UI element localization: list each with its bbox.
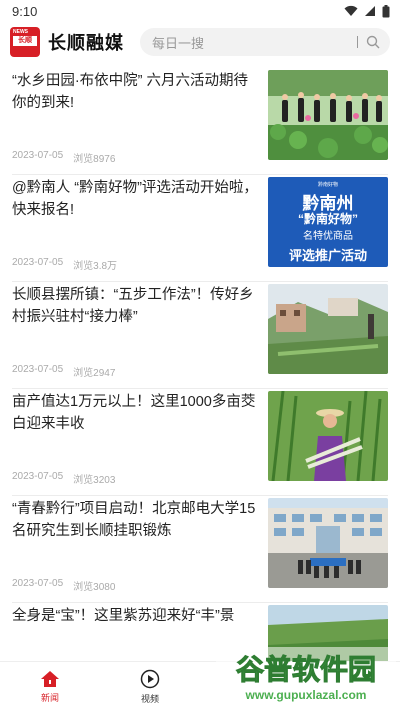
poster-line2: “黔南好物”: [297, 212, 358, 226]
news-views: 浏览3.8万: [73, 261, 118, 272]
news-item-text: “青春黔行”项目启动！北京邮电大学15名研究生到长顺挂职锻炼 2023-07-0…: [12, 496, 268, 602]
news-date: 2023-07-05: [12, 364, 64, 375]
app-header: NEWS 长顺 长顺融媒 每日一搜: [0, 22, 400, 62]
news-item-text: 长顺县摆所镇：“五步工作法”！传好乡村振兴驻村“接力棒” 2023-07-05 …: [12, 282, 268, 388]
news-meta: 2023-07-05 浏览3.8万: [12, 257, 117, 272]
news-meta: 2023-07-05 浏览3080: [12, 578, 115, 593]
tab-news-label: 新闻: [40, 692, 59, 703]
news-item[interactable]: 亩产值达1万元以上！这里1000多亩茭白迎来丰收 2023-07-05 浏览32…: [12, 389, 388, 496]
news-title[interactable]: 亩产值达1万元以上！这里1000多亩茭白迎来丰收: [12, 391, 258, 435]
news-thumbnail-poster[interactable]: 黔南好物 黔南州 “黔南好物” 名特优商品 评选推广活动: [268, 177, 388, 267]
news-item[interactable]: “水乡田园·布依中院” 六月六活动期待你的到来! 2023-07-05 浏览89…: [12, 68, 388, 175]
news-views: 浏览2947: [73, 368, 116, 379]
play-icon: [140, 669, 160, 688]
news-views: 浏览8976: [73, 154, 116, 165]
news-title[interactable]: “青春黔行”项目启动！北京邮电大学15名研究生到长顺挂职锻炼: [12, 498, 258, 542]
news-date: 2023-07-05: [12, 257, 64, 268]
news-thumbnail-village[interactable]: [268, 284, 388, 374]
status-icons: [344, 4, 390, 18]
news-date: 2023-07-05: [12, 578, 64, 589]
news-meta: 2023-07-05 浏览8976: [12, 150, 115, 165]
battery-icon: [382, 4, 390, 17]
poster-line3: 名特优商品: [303, 231, 353, 242]
news-meta: 2023-07-05 浏览2947: [12, 364, 115, 379]
home-icon: [41, 670, 59, 687]
news-item[interactable]: 长顺县摆所镇：“五步工作法”！传好乡村振兴驻村“接力棒” 2023-07-05 …: [12, 282, 388, 389]
news-thumbnail-harvest[interactable]: [268, 391, 388, 481]
news-feed[interactable]: “水乡田园·布依中院” 六月六活动期待你的到来! 2023-07-05 浏览89…: [0, 68, 400, 661]
status-time: 9:10: [12, 3, 38, 19]
tab-video-label: 视频: [140, 693, 159, 704]
news-date: 2023-07-05: [12, 150, 64, 161]
news-thumbnail-group[interactable]: [268, 498, 388, 588]
news-title[interactable]: “水乡田园·布依中院” 六月六活动期待你的到来!: [12, 70, 258, 114]
svg-text:谷普软件园: 谷普软件园: [236, 654, 376, 685]
svg-text:www.gupuxlazal.com: www.gupuxlazal.com: [245, 688, 367, 702]
news-title[interactable]: 全身是“宝”！这里紫苏迎来好“丰”景: [12, 605, 258, 627]
news-views: 浏览3203: [73, 475, 116, 486]
news-title[interactable]: 长顺县摆所镇：“五步工作法”！传好乡村振兴驻村“接力棒”: [12, 284, 258, 328]
news-item-text: 亩产值达1万元以上！这里1000多亩茭白迎来丰收 2023-07-05 浏览32…: [12, 389, 268, 495]
tab-news[interactable]: 新闻: [0, 662, 100, 711]
news-item[interactable]: @黔南人 “黔南好物”评选活动开始啦，快来报名! 2023-07-05 浏览3.…: [12, 175, 388, 282]
search-bar[interactable]: 每日一搜: [140, 28, 390, 56]
news-meta: 2023-07-05 浏览3203: [12, 471, 115, 486]
news-thumbnail-lotus[interactable]: [268, 70, 388, 160]
news-date: 2023-07-05: [12, 471, 64, 482]
logo-text: 长顺: [13, 36, 37, 46]
status-bar: 9:10: [0, 0, 400, 22]
news-item-text: @黔南人 “黔南好物”评选活动开始啦，快来报名! 2023-07-05 浏览3.…: [12, 175, 268, 281]
search-icon[interactable]: [366, 35, 380, 49]
news-item-text: “水乡田园·布依中院” 六月六活动期待你的到来! 2023-07-05 浏览89…: [12, 68, 268, 174]
poster-line4: 评选推广活动: [288, 248, 367, 263]
search-placeholder[interactable]: 每日一搜: [152, 33, 357, 52]
wifi-icon: [344, 5, 358, 16]
app-logo: NEWS 长顺: [10, 27, 40, 57]
app-title: 长顺融媒: [48, 33, 124, 53]
news-item[interactable]: “青春黔行”项目启动！北京邮电大学15名研究生到长顺挂职锻炼 2023-07-0…: [12, 496, 388, 603]
tab-video[interactable]: 视频: [100, 662, 200, 711]
news-title[interactable]: @黔南人 “黔南好物”评选活动开始啦，快来报名!: [12, 177, 258, 221]
search-divider: [357, 36, 358, 48]
watermark-logo: 谷普软件园 www.gupuxlazal.com: [216, 647, 396, 705]
signal-icon: [365, 6, 375, 16]
news-views: 浏览3080: [73, 582, 116, 593]
